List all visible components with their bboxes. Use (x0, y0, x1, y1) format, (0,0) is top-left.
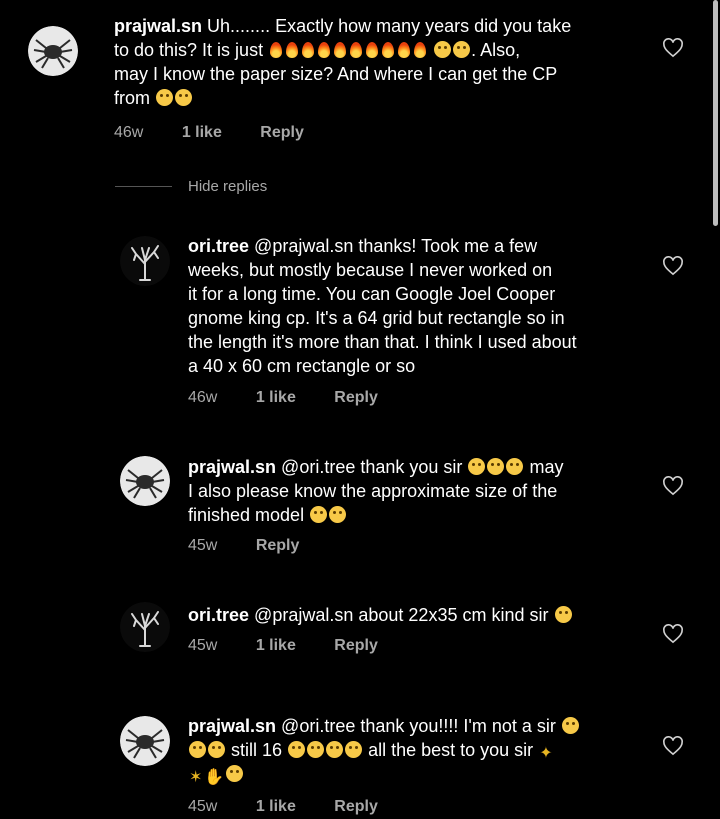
comment-username[interactable]: prajwal.sn (188, 457, 276, 477)
avatar-spider[interactable] (120, 456, 170, 506)
grinning-face-emoji (453, 41, 471, 58)
comment-age: 45w (188, 637, 218, 654)
comment-body-1: prajwal.sn Uh........ Exactly how many y… (114, 16, 572, 108)
comment-meta-3: 45w Reply (188, 537, 333, 555)
comment-username[interactable]: prajwal.sn (188, 716, 276, 736)
like-count[interactable]: 1 like (182, 124, 222, 141)
comment-age: 45w (188, 537, 218, 554)
fire-emoji (381, 41, 395, 58)
mention-link[interactable]: @prajwal.sn (254, 605, 353, 625)
grinning-face-emoji (175, 89, 193, 106)
reply-button[interactable]: Reply (256, 537, 300, 554)
comment-age: 45w (188, 798, 218, 815)
grinning-sweat-emoji (189, 741, 206, 758)
grinning-sweat-emoji (561, 717, 579, 734)
avatar-tree[interactable] (120, 236, 170, 286)
hide-replies-button[interactable]: Hide replies (188, 178, 267, 195)
grinning-face-emoji (506, 458, 524, 475)
avatar-spider[interactable] (28, 26, 78, 76)
grinning-face-emoji (156, 89, 174, 106)
mention-link[interactable]: @ori.tree (281, 457, 355, 477)
grinning-sweat-emoji (310, 506, 328, 523)
grinning-sweat-emoji (288, 741, 306, 758)
reply-button[interactable]: Reply (334, 798, 378, 815)
grinning-sweat-emoji (329, 506, 347, 523)
comment-body-5: prajwal.sn @ori.tree thank you!!!! I'm n… (188, 714, 648, 786)
confetti-emoji: ✶ (189, 769, 203, 786)
heart-outline-icon[interactable] (662, 624, 684, 644)
grinning-face-emoji (487, 458, 505, 475)
grinning-sweat-emoji (345, 741, 363, 758)
smiling-face-emoji (226, 765, 244, 782)
grinning-sweat-emoji (307, 741, 325, 758)
comment-body-3: prajwal.sn @ori.tree thank you sir may I… (188, 457, 564, 525)
scrollbar[interactable] (713, 0, 718, 226)
grinning-sweat-emoji (326, 741, 344, 758)
heart-outline-icon[interactable] (662, 38, 684, 58)
comment-username[interactable]: ori.tree (188, 236, 249, 256)
like-count[interactable]: 1 like (256, 798, 296, 815)
heart-outline-icon[interactable] (662, 476, 684, 496)
reply-button[interactable]: Reply (260, 124, 304, 141)
fire-emoji (269, 41, 283, 58)
smiling-face-emoji (468, 458, 486, 475)
fire-emoji (413, 41, 427, 58)
like-count[interactable]: 1 like (256, 389, 296, 406)
fire-emoji (365, 41, 379, 58)
like-count[interactable]: 1 like (256, 637, 296, 654)
comment-body-4: ori.tree @prajwal.sn about 22x35 cm kind… (188, 603, 648, 627)
comment-age: 46w (188, 389, 218, 406)
smiling-face-emoji (554, 606, 572, 623)
comment-username[interactable]: prajwal.sn (114, 16, 202, 36)
reply-button[interactable]: Reply (334, 389, 378, 406)
fire-emoji (317, 41, 331, 58)
party-popper-emoji: ✦ (539, 745, 553, 762)
heart-outline-icon[interactable] (662, 256, 684, 276)
comment-body-2: ori.tree @prajwal.sn thanks! Took me a f… (188, 236, 577, 376)
comment-meta-4: 45w 1 like Reply (188, 637, 412, 655)
mention-link[interactable]: @prajwal.sn (254, 236, 353, 256)
thumbs-up-emoji: ✋ (204, 769, 225, 786)
fire-emoji (333, 41, 347, 58)
avatar-tree[interactable] (120, 602, 170, 652)
comment-meta-1: 46w 1 like Reply (114, 124, 338, 142)
grinning-face-emoji (434, 41, 452, 58)
comment-meta-5: 45w 1 like Reply (188, 798, 412, 816)
fire-emoji (285, 41, 299, 58)
comment-meta-2: 46w 1 like Reply (188, 389, 412, 407)
reply-button[interactable]: Reply (334, 637, 378, 654)
heart-outline-icon[interactable] (662, 736, 684, 756)
hide-replies-divider (115, 186, 172, 187)
comment-age: 46w (114, 124, 144, 141)
comment-username[interactable]: ori.tree (188, 605, 249, 625)
avatar-spider[interactable] (120, 716, 170, 766)
mention-link[interactable]: @ori.tree (281, 716, 355, 736)
fire-emoji (349, 41, 363, 58)
fire-emoji (301, 41, 315, 58)
grinning-sweat-emoji (208, 741, 225, 758)
fire-emoji (397, 41, 411, 58)
fire-emoji-row (268, 40, 433, 60)
